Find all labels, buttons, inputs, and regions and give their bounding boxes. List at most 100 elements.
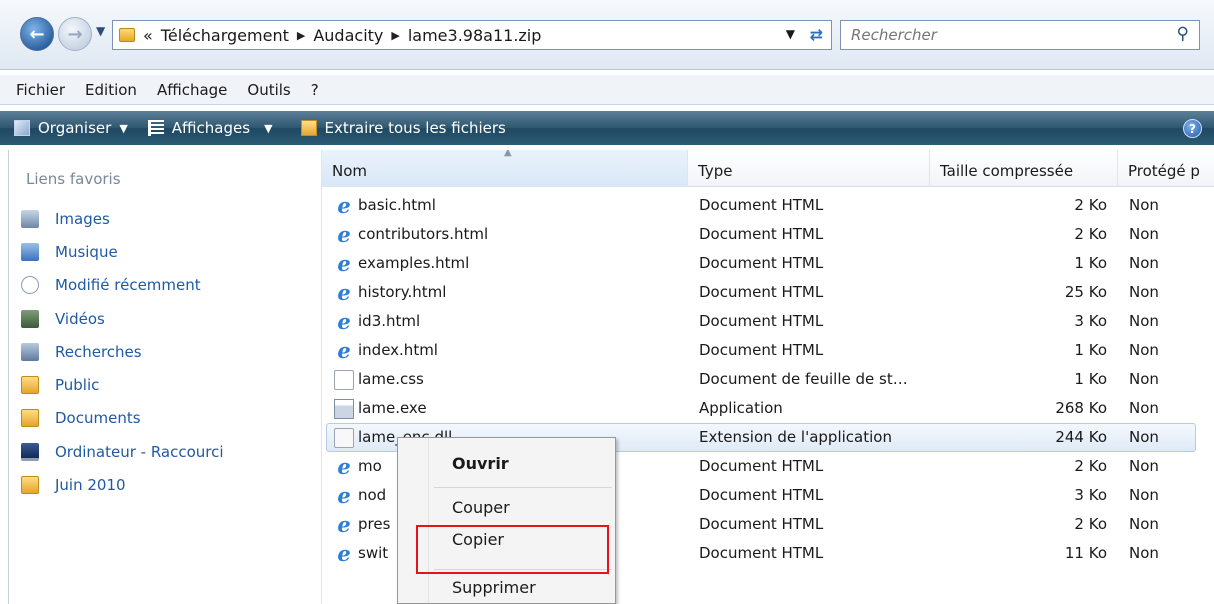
- menu-help[interactable]: ?: [301, 81, 329, 99]
- address-bar[interactable]: « Téléchargement ▶ Audacity ▶ lame3.98a1…: [112, 20, 832, 50]
- file-type: Application: [699, 399, 783, 417]
- menu-fichier[interactable]: Fichier: [0, 81, 75, 99]
- file-size: 1 Ko: [1074, 341, 1107, 359]
- favorite-music[interactable]: Musique: [21, 235, 224, 268]
- back-button[interactable]: ←: [20, 17, 54, 51]
- images-icon: [21, 209, 39, 228]
- search-icon[interactable]: ⚲: [1177, 24, 1189, 44]
- file-name-cell[interactable]: e index.html: [334, 336, 686, 365]
- views-button[interactable]: Affichages ▼: [138, 119, 283, 137]
- favorite-label: Documents: [55, 409, 141, 428]
- file-name-cell[interactable]: e examples.html: [334, 249, 686, 278]
- favorite-label: Images: [55, 209, 110, 228]
- file-protected: Non: [1129, 370, 1159, 388]
- table-row[interactable]: lame.exe Application 268 Ko Non: [322, 394, 1214, 423]
- column-label: Protégé p: [1128, 162, 1200, 180]
- favorite-juin-2010[interactable]: Juin 2010: [21, 468, 224, 501]
- menu-outils[interactable]: Outils: [237, 81, 300, 99]
- favorite-searches[interactable]: Recherches: [21, 335, 224, 368]
- favorite-documents[interactable]: Documents: [21, 402, 224, 435]
- ie-icon: e: [337, 453, 351, 479]
- table-row[interactable]: e contributors.html Document HTML 2 Ko Non: [322, 220, 1214, 249]
- file-protected: Non: [1129, 399, 1159, 417]
- favorite-label: Public: [55, 376, 100, 395]
- column-header-name[interactable]: ▲ Nom: [322, 150, 688, 187]
- file-size: 2 Ko: [1074, 515, 1107, 533]
- favorite-public[interactable]: Public: [21, 368, 224, 401]
- favorite-images[interactable]: Images: [21, 202, 224, 235]
- ie-icon: e: [337, 250, 351, 276]
- address-dropdown-icon[interactable]: ▼: [786, 27, 795, 41]
- file-name-cell[interactable]: e id3.html: [334, 307, 686, 336]
- breadcrumb-arrow-icon[interactable]: ▶: [391, 29, 399, 42]
- favorite-label: Juin 2010: [55, 476, 126, 495]
- favorite-videos[interactable]: Vidéos: [21, 302, 224, 335]
- column-label: Taille compressée: [940, 162, 1074, 180]
- breadcrumb-item[interactable]: Audacity: [313, 26, 383, 45]
- favorite-label: Modifié récemment: [55, 276, 201, 295]
- ie-icon: e: [337, 221, 351, 247]
- context-copy[interactable]: Copier: [452, 530, 504, 549]
- context-open[interactable]: Ouvrir: [452, 454, 509, 473]
- menu-affichage[interactable]: Affichage: [147, 81, 237, 99]
- chevron-down-icon: ▼: [264, 121, 273, 135]
- table-row[interactable]: e id3.html Document HTML 3 Ko Non: [322, 307, 1214, 336]
- extract-label: Extraire tous les fichiers: [324, 119, 506, 137]
- table-row[interactable]: e basic.html Document HTML 2 Ko Non: [322, 191, 1214, 220]
- file-name-cell[interactable]: e history.html: [334, 278, 686, 307]
- file-name-cell[interactable]: e basic.html: [334, 191, 686, 220]
- file-name: swit: [358, 544, 389, 562]
- favorite-computer[interactable]: Ordinateur - Raccourci: [21, 435, 224, 468]
- file-type: Document HTML: [699, 515, 824, 533]
- file-size: 11 Ko: [1064, 544, 1107, 562]
- computer-icon: [21, 442, 39, 461]
- file-size: 3 Ko: [1074, 486, 1107, 504]
- ie-icon: e: [337, 337, 351, 363]
- file-size: 2 Ko: [1074, 457, 1107, 475]
- breadcrumb-arrow-icon[interactable]: ▶: [297, 29, 305, 42]
- folder-icon: [21, 476, 39, 495]
- file-size: 1 Ko: [1074, 370, 1107, 388]
- organize-label: Organiser: [38, 119, 112, 137]
- address-toolbar: ← → ▼ « Téléchargement ▶ Audacity ▶ lame…: [0, 0, 1214, 70]
- menu-edition[interactable]: Edition: [75, 81, 147, 99]
- table-row[interactable]: lame.css Document de feuille de st… 1 Ko No…: [322, 365, 1214, 394]
- refresh-icon[interactable]: ⇄: [810, 25, 823, 44]
- column-header-size[interactable]: Taille compressée: [930, 150, 1118, 187]
- search-input[interactable]: [851, 26, 1151, 44]
- organize-button[interactable]: Organiser ▼: [0, 119, 138, 137]
- table-row[interactable]: e history.html Document HTML 25 Ko Non: [322, 278, 1214, 307]
- recent-icon: [21, 276, 39, 295]
- file-name-cell[interactable]: lame.exe: [334, 394, 686, 423]
- exe-icon: [334, 398, 354, 419]
- file-name: index.html: [358, 341, 438, 359]
- videos-icon: [21, 309, 39, 328]
- context-delete[interactable]: Supprimer: [452, 578, 536, 597]
- file-name-cell[interactable]: lame.css: [334, 365, 686, 394]
- file-protected: Non: [1129, 312, 1159, 330]
- file-name: lame.css: [358, 370, 424, 388]
- context-cut[interactable]: Couper: [452, 498, 510, 517]
- search-box[interactable]: ⚲: [840, 20, 1200, 50]
- help-icon[interactable]: ?: [1183, 119, 1202, 138]
- table-row[interactable]: e index.html Document HTML 1 Ko Non: [322, 336, 1214, 365]
- forward-button[interactable]: →: [58, 17, 92, 51]
- recent-pages-dropdown[interactable]: ▼: [96, 24, 105, 38]
- css-icon: [334, 369, 354, 390]
- views-label: Affichages: [171, 119, 251, 137]
- breadcrumb-item[interactable]: lame3.98a11.zip: [408, 26, 542, 45]
- favorite-recent[interactable]: Modifié récemment: [21, 269, 224, 302]
- breadcrumb-overflow[interactable]: «: [143, 26, 153, 45]
- column-header-type[interactable]: Type: [688, 150, 930, 187]
- table-row[interactable]: e examples.html Document HTML 1 Ko Non: [322, 249, 1214, 278]
- file-protected: Non: [1129, 486, 1159, 504]
- favorite-label: Musique: [55, 242, 118, 261]
- breadcrumb-item[interactable]: Téléchargement: [161, 26, 289, 45]
- extract-icon: [300, 120, 317, 136]
- file-type: Document HTML: [699, 254, 824, 272]
- column-header-protected[interactable]: Protégé p: [1118, 150, 1214, 187]
- file-name-cell[interactable]: e contributors.html: [334, 220, 686, 249]
- menu-separator: [434, 569, 612, 570]
- extract-all-button[interactable]: Extraire tous les fichiers: [283, 119, 516, 137]
- favorites-list: Images Musique Modifié récemment Vidéos …: [21, 202, 224, 502]
